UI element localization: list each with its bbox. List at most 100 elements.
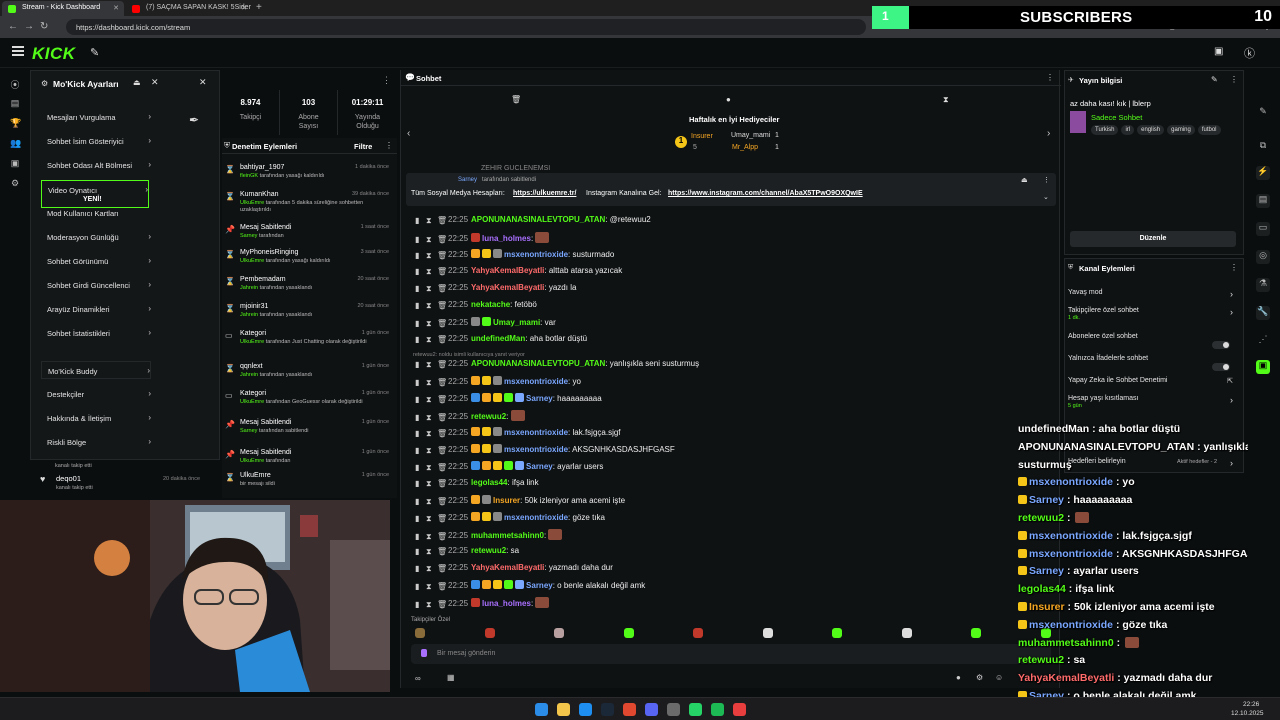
follower-avatar[interactable] — [971, 628, 981, 638]
ban-icon[interactable]: ▮ — [415, 547, 423, 556]
channel-action-row[interactable]: Hesap yaşı kısıtlaması 5 gün › — [1068, 395, 1238, 409]
chat-username[interactable]: APONUNANASINALEVTOPU_ATAN — [471, 359, 605, 368]
timeout-icon[interactable]: ⧗ — [426, 301, 434, 310]
chat-username[interactable]: luna_holmes — [482, 599, 531, 608]
edge-icon[interactable] — [579, 703, 592, 716]
chat-message[interactable]: ▮ ⧗ 🗑22:25 muhammetsahinn0: — [415, 529, 563, 541]
chat-message[interactable]: ▮ ⧗ 🗑22:25 msxenontrioxide: lak.fsjgça.sjgf — [415, 427, 621, 439]
delete-icon[interactable]: 🗑 — [437, 564, 447, 573]
link-icon[interactable]: ∞ — [415, 674, 421, 683]
chat-icon[interactable]: ● — [726, 95, 731, 104]
chat-username[interactable]: msxenontrioxide — [504, 428, 568, 437]
close-tab-icon[interactable]: ✕ — [113, 4, 119, 12]
actions-menu-icon[interactable]: ⋮ — [1230, 263, 1238, 272]
pin-icon[interactable]: ⏏ — [1021, 176, 1028, 184]
chat-message[interactable]: ▮ ⧗ 🗑22:25 luna_holmes: — [415, 232, 550, 244]
expand-icon[interactable]: ⌄ — [1043, 193, 1049, 201]
chat-username[interactable]: muhammetsahinn0 — [471, 531, 544, 540]
settings-item[interactable]: Riskli Bölge › — [41, 433, 151, 451]
info-menu-icon[interactable]: ⋮ — [1230, 75, 1238, 84]
chat-username[interactable]: msxenontrioxide — [504, 445, 568, 454]
chat-message[interactable]: ▮ ⧗ 🗑22:25 Umay_mami: var — [415, 317, 556, 329]
doc-icon[interactable]: ▤ — [1256, 194, 1270, 208]
timeout-icon[interactable]: ⧗ — [426, 463, 434, 472]
chat-message[interactable]: ▮ ⧗ 🗑22:25 APONUNANASINALEVTOPU_ATAN: @rete… — [415, 215, 651, 227]
follower-avatar[interactable] — [901, 628, 912, 638]
category-name[interactable]: Sadece Sohbet — [1091, 113, 1142, 122]
timeout-icon[interactable]: ⧗ — [426, 251, 434, 260]
stream-icon[interactable]: ⦿ — [10, 78, 20, 90]
settings-item[interactable]: Mesajları Vurgulama › — [41, 108, 151, 126]
modlog-menu-icon[interactable]: ⋮ — [385, 141, 393, 150]
close-settings-icon[interactable]: ✕ — [151, 77, 159, 88]
follower-avatar[interactable] — [484, 628, 495, 638]
chat-username[interactable]: Sarney — [526, 462, 553, 471]
tools-icon[interactable]: ✎ — [90, 46, 99, 59]
ban-icon[interactable]: ▮ — [415, 378, 423, 387]
chat-message[interactable]: ▮ ⧗ 🗑22:25 nekatache: fetöbö — [415, 300, 537, 312]
flask-icon[interactable]: ⚗ — [1256, 278, 1270, 292]
chat-username[interactable]: Umay_mami — [493, 318, 540, 327]
browser-tab-youtube[interactable]: (7) SAÇMA SAPAN KASK! 5Sider ✕ — [126, 1, 252, 16]
delete-icon[interactable]: 🗑 — [437, 335, 447, 344]
ban-icon[interactable]: ▮ — [415, 301, 423, 310]
delete-icon[interactable]: 🗑 — [437, 360, 447, 369]
ban-icon[interactable]: ▮ — [415, 284, 423, 293]
chat-username[interactable]: Sarney — [526, 581, 553, 590]
timeout-icon[interactable]: ⧗ — [426, 235, 434, 244]
follower-avatar[interactable] — [832, 628, 842, 638]
chat-message[interactable]: ▮ ⧗ 🗑22:25 Sarney: haaaaaaaaa — [415, 393, 602, 405]
pinned-by[interactable]: Sarney — [458, 177, 477, 183]
dashboard-icon[interactable]: ▤ — [10, 98, 20, 108]
pinned-link-2[interactable]: https://www.instagram.com/channel/AbaX5T… — [668, 190, 863, 197]
chat-message[interactable]: ▮ ⧗ 🗑22:25 msxenontrioxide: AKSGNHKASDASJHF… — [415, 444, 675, 456]
explorer-icon[interactable] — [557, 703, 570, 716]
delete-icon[interactable]: 🗑 — [437, 267, 447, 276]
chat-username[interactable]: YahyaKemalBeyatli — [471, 563, 544, 572]
channel-action-row[interactable]: Yalnızca İfadelerle sohbet — [1068, 355, 1238, 371]
chat-message[interactable]: ▮ ⧗ 🗑22:25 YahyaKemalBeyatli: yazmadı daha … — [415, 563, 613, 575]
kick-k-icon[interactable]: ⓚ — [1244, 45, 1255, 61]
timeout-icon[interactable]: ⧗ — [426, 564, 434, 573]
chat-message[interactable]: ▮ ⧗ 🗑22:25 msxenontrioxide: yo — [415, 376, 581, 388]
chat-menu-icon[interactable]: ⋮ — [1046, 73, 1054, 82]
chat-username[interactable]: Insurer — [493, 496, 520, 505]
start-icon[interactable] — [535, 703, 548, 716]
pinned-link-1[interactable]: https://ulkuemre.tr/ — [513, 190, 576, 197]
timeout-icon[interactable]: ⧗ — [426, 497, 434, 506]
forward-icon[interactable]: → — [24, 21, 34, 32]
delete-icon[interactable]: 🗑 — [437, 547, 447, 556]
delete-icon[interactable]: 🗑 — [437, 251, 447, 260]
follower-avatar[interactable] — [693, 628, 703, 638]
timeout-icon[interactable]: ⧗ — [426, 582, 434, 591]
layout-icon[interactable]: ▣ — [1214, 46, 1223, 57]
delete-icon[interactable]: 🗑 — [437, 514, 447, 523]
delete-icon[interactable]: 🗑 — [437, 301, 447, 310]
delete-icon[interactable]: 🗑 — [437, 429, 447, 438]
edit-icon[interactable]: ✎ — [1211, 75, 1218, 84]
ban-icon[interactable]: ▮ — [415, 335, 423, 344]
settings-item[interactable]: Destekçiler › — [41, 385, 151, 403]
screen-icon[interactable]: ⧉ — [1256, 140, 1270, 154]
chat-username[interactable]: luna_holmes — [482, 234, 531, 243]
timeout-icon[interactable]: ⧗ — [426, 532, 434, 541]
ban-icon[interactable]: ▮ — [415, 267, 423, 276]
delete-icon[interactable]: 🗑 — [437, 378, 447, 387]
hamburger-menu-icon[interactable] — [12, 46, 24, 56]
pencil-icon[interactable]: ✎ — [1256, 106, 1270, 120]
filter-button[interactable]: Filtre — [354, 142, 372, 151]
channel-action-row[interactable]: Abonelere özel sohbet — [1068, 333, 1238, 349]
chat-message[interactable]: ▮ ⧗ 🗑22:25 Sarney: ayarlar users — [415, 461, 603, 473]
chat-message[interactable]: ▮ ⧗ 🗑22:25 retewuu2: sa — [415, 546, 519, 558]
obs-icon[interactable] — [733, 703, 746, 716]
chat-username[interactable]: retewuu2 — [471, 412, 506, 421]
pin-icon[interactable]: ⏏ — [133, 78, 141, 87]
delete-icon[interactable]: 🗑 — [437, 446, 447, 455]
timeout-icon[interactable]: ⧗ — [426, 600, 434, 609]
timeout-icon[interactable]: ⧗ — [426, 429, 434, 438]
ban-icon[interactable]: ▮ — [415, 446, 423, 455]
discord-icon[interactable] — [645, 703, 658, 716]
settings-item[interactable]: Sohbet İstatistikleri › — [41, 324, 151, 342]
pinned-menu-icon[interactable]: ⋮ — [1043, 176, 1050, 184]
timeout-icon[interactable]: ⧗ — [426, 216, 434, 225]
